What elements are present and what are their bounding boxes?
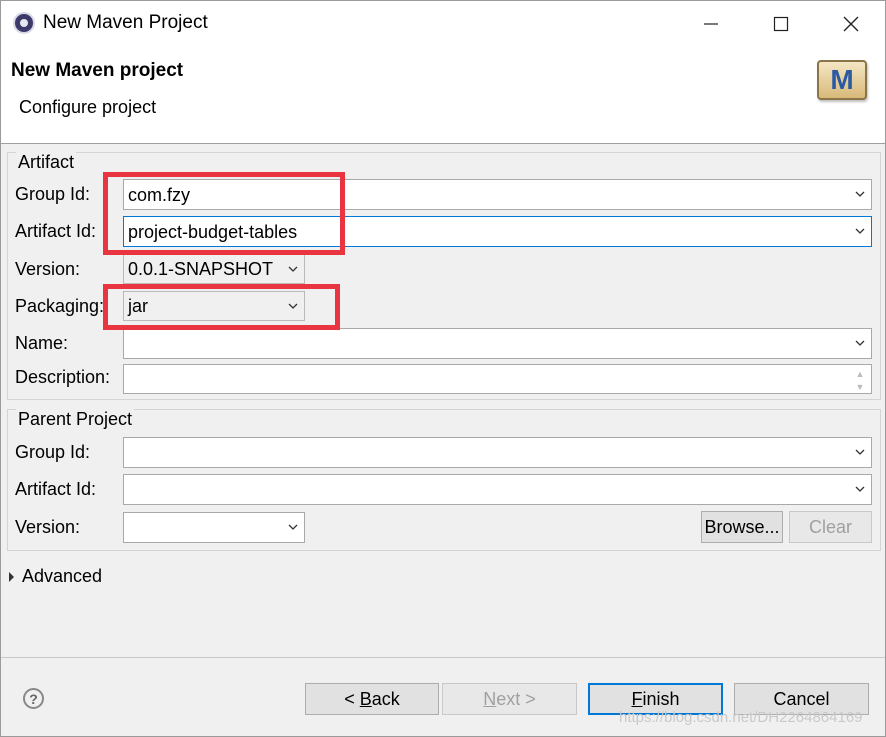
window-title: New Maven Project (43, 12, 208, 33)
name-label: Name: (15, 333, 69, 353)
scroll-down-arrow-icon[interactable]: ▼ (851, 381, 869, 393)
name-combo[interactable] (123, 328, 872, 359)
scroll-up-arrow-icon[interactable]: ▲ (851, 368, 869, 380)
wizard-page-title: New Maven project (11, 60, 184, 81)
parent-project-group-title: Parent Project (16, 409, 135, 430)
close-button[interactable] (821, 1, 881, 46)
chevron-down-icon (288, 524, 298, 530)
maximize-icon (773, 16, 789, 31)
next-button[interactable]: Next > (442, 683, 577, 715)
chevron-down-icon (855, 228, 865, 234)
packaging-label: Packaging: (15, 296, 105, 316)
group-id-label: Group Id: (15, 184, 91, 204)
parent-group-id-combo[interactable] (123, 437, 872, 468)
version-combo[interactable]: 0.0.1-SNAPSHOT (123, 254, 305, 284)
maximize-button[interactable] (751, 1, 811, 46)
chevron-down-icon (855, 486, 865, 492)
expand-arrow-icon[interactable] (9, 572, 14, 582)
wizard-header: New Maven project Configure project M (1, 46, 885, 144)
chevron-down-icon (855, 449, 865, 455)
finish-rest: inish (642, 688, 680, 709)
description-textarea[interactable] (123, 364, 872, 394)
wizard-page-description: Configure project (19, 97, 157, 117)
parent-artifact-id-combo[interactable] (123, 474, 872, 505)
version-value: 0.0.1-SNAPSHOT (128, 259, 274, 279)
advanced-section-toggle[interactable]: Advanced (22, 566, 102, 587)
finish-mnemonic: F (631, 688, 643, 709)
title-bar: New Maven Project (1, 1, 885, 46)
chevron-down-icon (855, 191, 865, 197)
new-maven-project-dialog: New Maven Project New Maven project Conf… (0, 0, 886, 737)
clear-button[interactable]: Clear (789, 511, 872, 543)
parent-version-label: Version: (15, 517, 81, 537)
maven-logo-letter: M (830, 64, 854, 95)
minimize-button[interactable] (681, 1, 741, 46)
close-icon (843, 16, 859, 31)
back-button[interactable]: < Back (305, 683, 439, 715)
back-mnemonic: B (359, 688, 372, 709)
minimize-icon (704, 22, 718, 25)
next-rest: ext > (496, 688, 536, 709)
artifact-group-title: Artifact (16, 152, 77, 173)
watermark-text: https://blog.csdn.net/DH2264864169 (619, 709, 863, 726)
chevron-down-icon (288, 266, 298, 272)
highlight-box-group-artifact (103, 172, 345, 255)
help-icon[interactable]: ? (23, 688, 44, 709)
eclipse-icon (13, 12, 35, 34)
highlight-box-packaging (103, 284, 340, 330)
parent-version-combo[interactable] (123, 512, 305, 543)
parent-group-id-label: Group Id: (15, 442, 91, 462)
next-mnemonic: N (483, 688, 497, 709)
description-label: Description: (15, 367, 111, 387)
back-rest: ack (371, 688, 400, 709)
footer-divider (1, 657, 885, 658)
version-label: Version: (15, 259, 81, 279)
artifact-id-label: Artifact Id: (15, 221, 97, 241)
chevron-down-icon (855, 340, 865, 346)
back-prefix: < (344, 688, 360, 709)
maven-logo-icon: M (817, 60, 867, 100)
browse-button[interactable]: Browse... (701, 511, 783, 543)
parent-artifact-id-label: Artifact Id: (15, 479, 97, 499)
